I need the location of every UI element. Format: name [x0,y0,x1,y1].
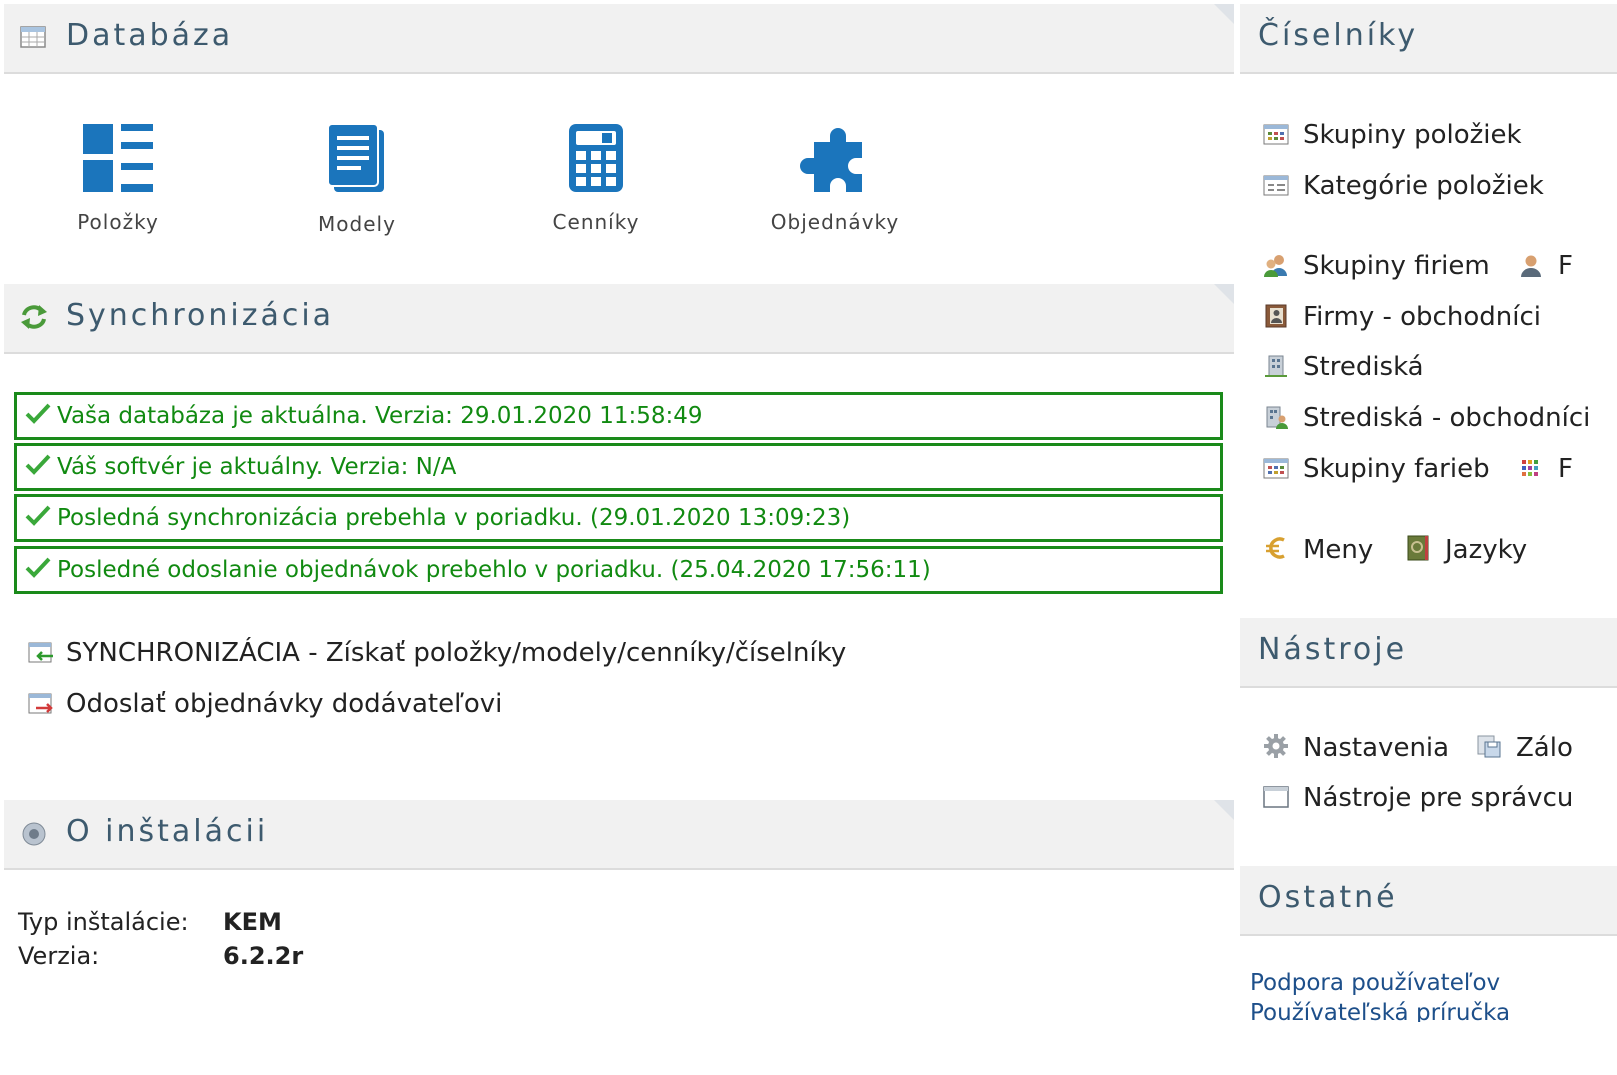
puzzle-icon [800,128,862,192]
ciselnik-firmy-obchodnici[interactable]: Firmy - obchodníci [1263,302,1541,332]
status-text: Váš softvér je aktuálny. Verzia: N/A [57,454,457,480]
info-row-typ: Typ inštalácie: KEM [18,908,282,936]
ciselnik-label: Strediská [1303,352,1424,382]
nastroje-spravca[interactable]: Nástroje pre správcu [1263,783,1573,813]
tile-cenniky[interactable]: Cenníky [521,124,671,234]
status-last-sync: Posledná synchronizácia prebehla v poria… [14,494,1223,542]
nastroje-label: Zálo [1516,733,1573,763]
building-user-icon [1266,406,1288,429]
link-podpora[interactable]: Podpora používateľov [1250,970,1500,996]
color-palette-icon [1522,460,1538,476]
ciselniky-header: Číselníky [1240,4,1617,74]
tile-polozky[interactable]: Položky [43,124,193,234]
ostatne-header: Ostatné [1240,866,1617,936]
tile-label: Modely [318,212,396,236]
upload-table-icon [28,693,53,714]
status-software: Váš softvér je aktuálny. Verzia: N/A [14,443,1223,491]
header-corner [1214,4,1234,24]
ciselnik-label: F [1558,251,1573,281]
nastroje-header: Nástroje [1240,618,1617,688]
ciselniky-title: Číselníky [1258,18,1419,53]
link-prirucka[interactable]: Používateľská príručka [1250,1000,1510,1022]
ciselnik-label: Skupiny položiek [1303,120,1522,150]
list-grid-icon [83,124,153,192]
user-icon [1521,255,1541,277]
ciselnik-label: Jazyky [1445,535,1528,565]
synchronizacia-header: Synchronizácia [4,284,1234,354]
info-label: Typ inštalácie: [18,908,189,936]
info-value: KEM [223,908,282,936]
backup-icon [1477,735,1501,758]
ciselnik-label: F [1558,454,1573,484]
ciselnik-skupiny-firiem[interactable]: Skupiny firiem [1263,251,1490,281]
download-table-icon [28,642,53,663]
book-icon [1407,535,1429,561]
header-corner [1214,284,1234,304]
euro-icon [1266,537,1285,559]
sync-icon [21,305,47,329]
check-icon [25,403,51,424]
sync-download-link[interactable]: SYNCHRONIZÁCIA - Získať položky/modely/c… [28,638,846,668]
tile-modely[interactable]: Modely [282,123,432,236]
nastroje-title: Nástroje [1258,632,1408,667]
send-orders-label: Odoslať objednávky dodávateľovi [66,689,503,719]
status-text: Posledné odoslanie objednávok prebehlo v… [57,557,931,583]
ciselnik-label: Meny [1303,535,1374,565]
ciselnik-kategorie-poloziek[interactable]: Kategórie položiek [1263,171,1544,201]
header-corner [1214,800,1234,820]
table-icon [20,26,46,48]
status-database: Vaša databáza je aktuálna. Verzia: 29.01… [14,392,1223,440]
sync-download-label: SYNCHRONIZÁCIA - Získať položky/modely/c… [66,638,847,668]
ostatne-title: Ostatné [1258,880,1398,915]
synchronizacia-title: Synchronizácia [66,298,335,333]
contact-book-icon [1265,304,1287,328]
ciselnik-firmy-partial[interactable]: F [1518,251,1573,281]
ciselnik-skupiny-farieb[interactable]: Skupiny farieb [1263,454,1490,484]
document-icon [327,123,384,192]
nastroje-label: Nástroje pre správcu [1303,783,1574,813]
link-clip: Používateľská príručka [1250,1000,1610,1022]
databaza-title: Databáza [66,18,234,53]
ciselnik-label: Firmy - obchodníci [1303,302,1541,332]
send-orders-link[interactable]: Odoslať objednávky dodávateľovi [28,689,502,719]
info-icon [22,822,46,846]
building-icon [1265,355,1287,377]
window-icon [1263,786,1289,808]
ciselnik-farby-partial[interactable]: F [1518,454,1573,484]
check-icon [25,557,51,578]
tile-label: Objednávky [770,210,900,234]
ciselnik-jazyky[interactable]: Jazyky [1405,535,1527,565]
info-label: Verzia: [18,942,100,970]
instalacia-title: O inštalácii [66,814,269,849]
databaza-header: Databáza [4,4,1234,74]
category-table-icon [1263,175,1289,196]
users-icon [1264,255,1287,277]
status-last-order-send: Posledné odoslanie objednávok prebehlo v… [14,546,1223,594]
ciselnik-label: Skupiny firiem [1303,251,1490,281]
tile-label: Cenníky [552,210,640,234]
nastroje-label: Nastavenia [1303,733,1450,763]
tile-objednavky[interactable]: Objednávky [760,124,910,234]
check-icon [25,454,51,475]
tile-label: Položky [77,210,159,234]
gear-icon [1264,734,1288,758]
ciselnik-label: Strediská - obchodníci [1303,403,1591,433]
check-icon [25,505,51,526]
ciselnik-skupiny-poloziek[interactable]: Skupiny položiek [1263,120,1522,150]
status-text: Vaša databáza je aktuálna. Verzia: 29.01… [57,403,703,429]
nastroje-zaloha-partial[interactable]: Zálo [1476,733,1573,763]
instalacia-header: O inštalácii [4,800,1234,870]
ciselnik-strediska-obchodnici[interactable]: Strediská - obchodníci [1263,403,1590,433]
color-table-icon [1263,458,1289,479]
status-text: Posledná synchronizácia prebehla v poria… [57,505,851,531]
ciselnik-strediska[interactable]: Strediská [1263,352,1424,382]
info-value: 6.2.2r [223,942,304,970]
grid-table-icon [1263,124,1289,145]
ciselnik-label: Kategórie položiek [1303,171,1544,201]
ciselnik-meny[interactable]: Meny [1263,535,1373,565]
calculator-icon [569,124,623,192]
ciselnik-label: Skupiny farieb [1303,454,1490,484]
info-row-verzia: Verzia: 6.2.2r [18,942,303,970]
nastroje-nastavenia[interactable]: Nastavenia [1263,733,1449,763]
